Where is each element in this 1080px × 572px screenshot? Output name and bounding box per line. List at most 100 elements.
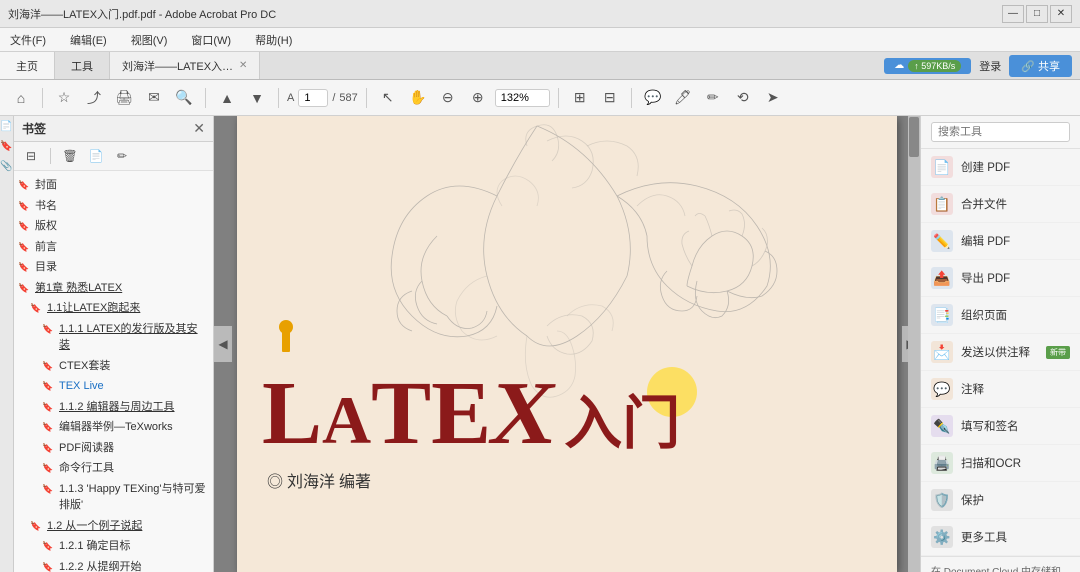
bookmark-item[interactable]: 🔖PDF阅读器 <box>14 438 213 459</box>
bookmark-item[interactable]: 🔖1.1让LATEX跑起来 <box>14 298 213 319</box>
toolbar-bookmark-button[interactable]: ⤴ <box>81 85 107 111</box>
icon-strip-attach[interactable]: 📎 <box>1 160 13 172</box>
toolbar-email-button[interactable]: ✉ <box>141 85 167 111</box>
bookmark-item[interactable]: 🔖1.1.1 LATEX的发行版及其安装 <box>14 319 213 356</box>
latex-X: X <box>485 369 563 459</box>
bookmark-item[interactable]: 🔖第1章 熟悉LATEX <box>14 278 213 299</box>
toolbar-fit-page-button[interactable]: ⊞ <box>567 85 593 111</box>
bookmark-label: 前言 <box>35 239 57 256</box>
search-tools-input[interactable] <box>931 122 1070 142</box>
bookmark-item[interactable]: 🔖1.2.1 确定目标 <box>14 536 213 557</box>
toolbar-page-total: 587 <box>339 92 357 104</box>
bookmark-label: 命令行工具 <box>59 460 114 477</box>
pdf-viewer[interactable]: ◀ <box>214 116 920 572</box>
toolbar-zoom-out-button[interactable]: ⊖ <box>435 85 461 111</box>
scroll-thumb[interactable] <box>909 117 919 157</box>
tool-label: 创建 PDF <box>961 159 1010 175</box>
bookmark-icon: 🔖 <box>42 323 56 337</box>
tool-item-注释[interactable]: 💬注释 <box>921 371 1080 408</box>
bookmark-item[interactable]: 🔖编辑器举例—TeXworks <box>14 417 213 438</box>
toolbar-print-button[interactable]: 🖨 <box>111 85 137 111</box>
bookmark-item[interactable]: 🔖前言 <box>14 237 213 258</box>
close-button[interactable]: ✕ <box>1050 5 1072 23</box>
tool-item-编辑-PDF[interactable]: ✏️编辑 PDF <box>921 223 1080 260</box>
bookmark-item[interactable]: 🔖命令行工具 <box>14 458 213 479</box>
pin-head <box>279 320 293 334</box>
tool-item-创建-PDF[interactable]: 📄创建 PDF <box>921 149 1080 186</box>
bookmark-item[interactable]: 🔖TEX Live <box>14 376 213 397</box>
tool-icon: 📑 <box>931 304 953 326</box>
vertical-scrollbar[interactable] <box>908 116 920 572</box>
pdf-title-line: L A T E X 入门 <box>262 369 877 460</box>
tab-home[interactable]: 主页 <box>0 52 55 79</box>
toolbar-erase-button[interactable]: ⟲ <box>730 85 756 111</box>
tool-item-扫描和OCR[interactable]: 🖨️扫描和OCR <box>921 445 1080 482</box>
bookmark-item[interactable]: 🔖1.1.3 'Happy TEXing'与特可爱排版' <box>14 479 213 516</box>
menu-view[interactable]: 视图(V) <box>127 30 172 50</box>
sidebar-trash-button[interactable]: 🗑 <box>59 145 81 167</box>
toolbar-draw-button[interactable]: ✏ <box>700 85 726 111</box>
toolbar-fit-width-button[interactable]: ⊟ <box>597 85 623 111</box>
sidebar-new-button[interactable]: 📄 <box>85 145 107 167</box>
tool-item-发送以供注释[interactable]: 📩发送以供注释新带 <box>921 334 1080 371</box>
bookmark-icon: 🔖 <box>42 483 56 497</box>
menu-edit[interactable]: 编辑(E) <box>66 30 111 50</box>
bookmark-item[interactable]: 🔖1.2.2 从提纲开始 <box>14 557 213 572</box>
tool-item-保护[interactable]: 🛡️保护 <box>921 482 1080 519</box>
sidebar-tools: 📄创建 PDF📋合并文件✏️编辑 PDF📤导出 PDF📑组织页面📩发送以供注释新… <box>920 116 1080 572</box>
icon-strip-bookmark[interactable]: 🔖 <box>1 140 13 152</box>
bookmark-item[interactable]: 🔖封面 <box>14 175 213 196</box>
maximize-button[interactable]: □ <box>1026 5 1048 23</box>
latex-L: L <box>262 369 322 459</box>
tool-label: 填写和签名 <box>961 418 1019 434</box>
toolbar-select-button[interactable]: ↖ <box>375 85 401 111</box>
toolbar-zoom-in-button[interactable]: ⊕ <box>465 85 491 111</box>
tool-item-填写和签名[interactable]: ✒️填写和签名 <box>921 408 1080 445</box>
toolbar-pan-button[interactable]: ✋ <box>405 85 431 111</box>
cloud-button[interactable]: ☁ ↑ 597KB/s <box>884 58 971 74</box>
menu-window[interactable]: 窗口(W) <box>187 30 235 50</box>
tool-item-导出-PDF[interactable]: 📤导出 PDF <box>921 260 1080 297</box>
menu-file[interactable]: 文件(F) <box>6 30 50 50</box>
toolbar-prev-page-button[interactable]: ▲ <box>214 85 240 111</box>
bookmark-item[interactable]: 🔖1.2 从一个例子说起 <box>14 516 213 537</box>
toolbar-sign-button[interactable]: ➤ <box>760 85 786 111</box>
toolbar-back-button[interactable]: ⌂ <box>8 85 34 111</box>
toolbar-star-button[interactable]: ☆ <box>51 85 77 111</box>
bookmark-item[interactable]: 🔖目录 <box>14 257 213 278</box>
title-bar: 刘海洋——LATEX入门.pdf.pdf - Adobe Acrobat Pro… <box>0 0 1080 28</box>
chinese-title: 入门 <box>564 376 680 460</box>
tab-document[interactable]: 刘海洋——LATEX入… ✕ <box>110 52 260 79</box>
scroll-left-arrow[interactable]: ◀ <box>214 326 232 362</box>
toolbar-highlight-button[interactable]: 🖊 <box>670 85 696 111</box>
menu-bar: 文件(F) 编辑(E) 视图(V) 窗口(W) 帮助(H) <box>0 28 1080 52</box>
minimize-button[interactable]: — <box>1002 5 1024 23</box>
bookmark-list: 🔖封面🔖书名🔖版权🔖前言🔖目录🔖第1章 熟悉LATEX🔖1.1让LATEX跑起来… <box>14 171 213 572</box>
bookmark-item[interactable]: 🔖CTEX套装 <box>14 356 213 377</box>
tab-close-button[interactable]: ✕ <box>239 60 247 71</box>
bookmark-item[interactable]: 🔖1.1.2 编辑器与周边工具 <box>14 397 213 418</box>
tool-item-更多工具[interactable]: ⚙️更多工具 <box>921 519 1080 556</box>
tool-item-合并文件[interactable]: 📋合并文件 <box>921 186 1080 223</box>
toolbar-comment-button[interactable]: 💬 <box>640 85 666 111</box>
toolbar-zoom-input[interactable] <box>495 89 550 107</box>
toolbar-next-page-button[interactable]: ▼ <box>244 85 270 111</box>
sidebar-expand-button[interactable]: ⊟ <box>20 145 42 167</box>
login-button[interactable]: 登录 <box>979 58 1001 74</box>
icon-strip-page[interactable]: 📄 <box>1 120 13 132</box>
sidebar-close-button[interactable]: ✕ <box>193 120 205 137</box>
menu-help[interactable]: 帮助(H) <box>251 30 296 50</box>
tab-tools[interactable]: 工具 <box>55 52 110 79</box>
tool-icon: 📩 <box>931 341 953 363</box>
bookmark-item[interactable]: 🔖版权 <box>14 216 213 237</box>
bookmark-icon: 🔖 <box>42 401 56 415</box>
share-button[interactable]: 🔗 共享 <box>1009 55 1072 77</box>
toolbar-search-button[interactable]: 🔍 <box>171 85 197 111</box>
sidebar-edit-button[interactable]: ✏ <box>111 145 133 167</box>
bookmark-icon: 🔖 <box>42 421 56 435</box>
bookmark-icon: 🔖 <box>18 179 32 193</box>
bookmark-item[interactable]: 🔖书名 <box>14 196 213 217</box>
toolbar-page-input[interactable] <box>298 89 328 107</box>
tool-item-组织页面[interactable]: 📑组织页面 <box>921 297 1080 334</box>
bookmark-label: 1.2.2 从提纲开始 <box>59 559 142 572</box>
